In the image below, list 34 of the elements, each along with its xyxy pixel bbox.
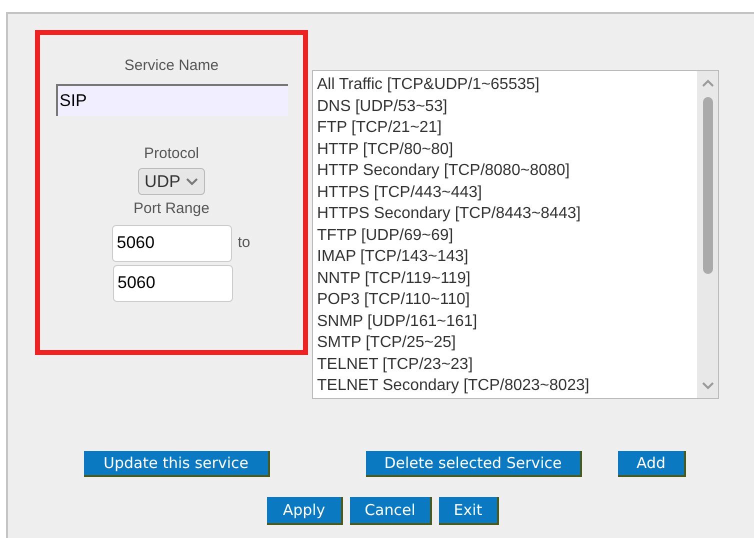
service-name-field[interactable]: SIP [56, 84, 288, 116]
service-option[interactable]: HTTPS Secondary [TCP/8443~8443] [317, 203, 581, 224]
protocol-label: Protocol [144, 144, 200, 164]
service-action-button[interactable]: Add [618, 451, 686, 477]
service-option[interactable]: FTP [TCP/21~21] [317, 117, 442, 138]
service-option[interactable]: HTTPS [TCP/443~443] [317, 182, 482, 203]
service-option[interactable]: DNS [UDP/53~53] [317, 96, 448, 117]
service-action-button[interactable]: Delete selected Service [366, 451, 582, 477]
dialog-button[interactable]: Exit [439, 497, 499, 525]
port-from-field[interactable]: 5060 [112, 224, 232, 262]
scroll-down-icon[interactable] [702, 382, 714, 390]
service-option[interactable]: TFTP [UDP/69~69] [317, 224, 454, 246]
chevron-down-icon [186, 178, 198, 186]
protocol-select[interactable]: UDP [138, 168, 206, 195]
scrollbar-thumb[interactable] [702, 97, 712, 274]
service-option[interactable]: TELNET [TCP/23~23] [317, 354, 473, 375]
service-option[interactable]: POP3 [TCP/110~110] [317, 289, 470, 310]
service-option[interactable]: IMAP [TCP/143~143] [317, 246, 468, 268]
service-option[interactable]: SMTP [TCP/25~25] [317, 332, 456, 354]
to-label: to [238, 232, 250, 253]
port-to-field[interactable]: 5060 [112, 264, 232, 302]
service-option[interactable]: TELNET Secondary [TCP/8023~8023] [317, 375, 590, 396]
dialog-button[interactable]: Cancel [350, 497, 432, 525]
port-range-label: Port Range [134, 199, 210, 219]
service-option[interactable]: NNTP [TCP/119~119] [317, 268, 470, 289]
service-option[interactable]: HTTP [TCP/80~80] [317, 138, 454, 160]
service-option[interactable]: HTTP Secondary [TCP/8080~8080] [317, 160, 570, 182]
service-action-button[interactable]: Update this service [84, 451, 270, 477]
dialog-button[interactable]: Apply [267, 497, 343, 525]
scrollbar[interactable] [697, 71, 718, 398]
service-option[interactable]: SNMP [UDP/161~161] [317, 310, 478, 332]
scroll-up-icon[interactable] [702, 79, 714, 87]
service-name-label: Service Name [124, 56, 219, 76]
service-option[interactable]: All Traffic [TCP&UDP/1~65535] [317, 74, 540, 96]
